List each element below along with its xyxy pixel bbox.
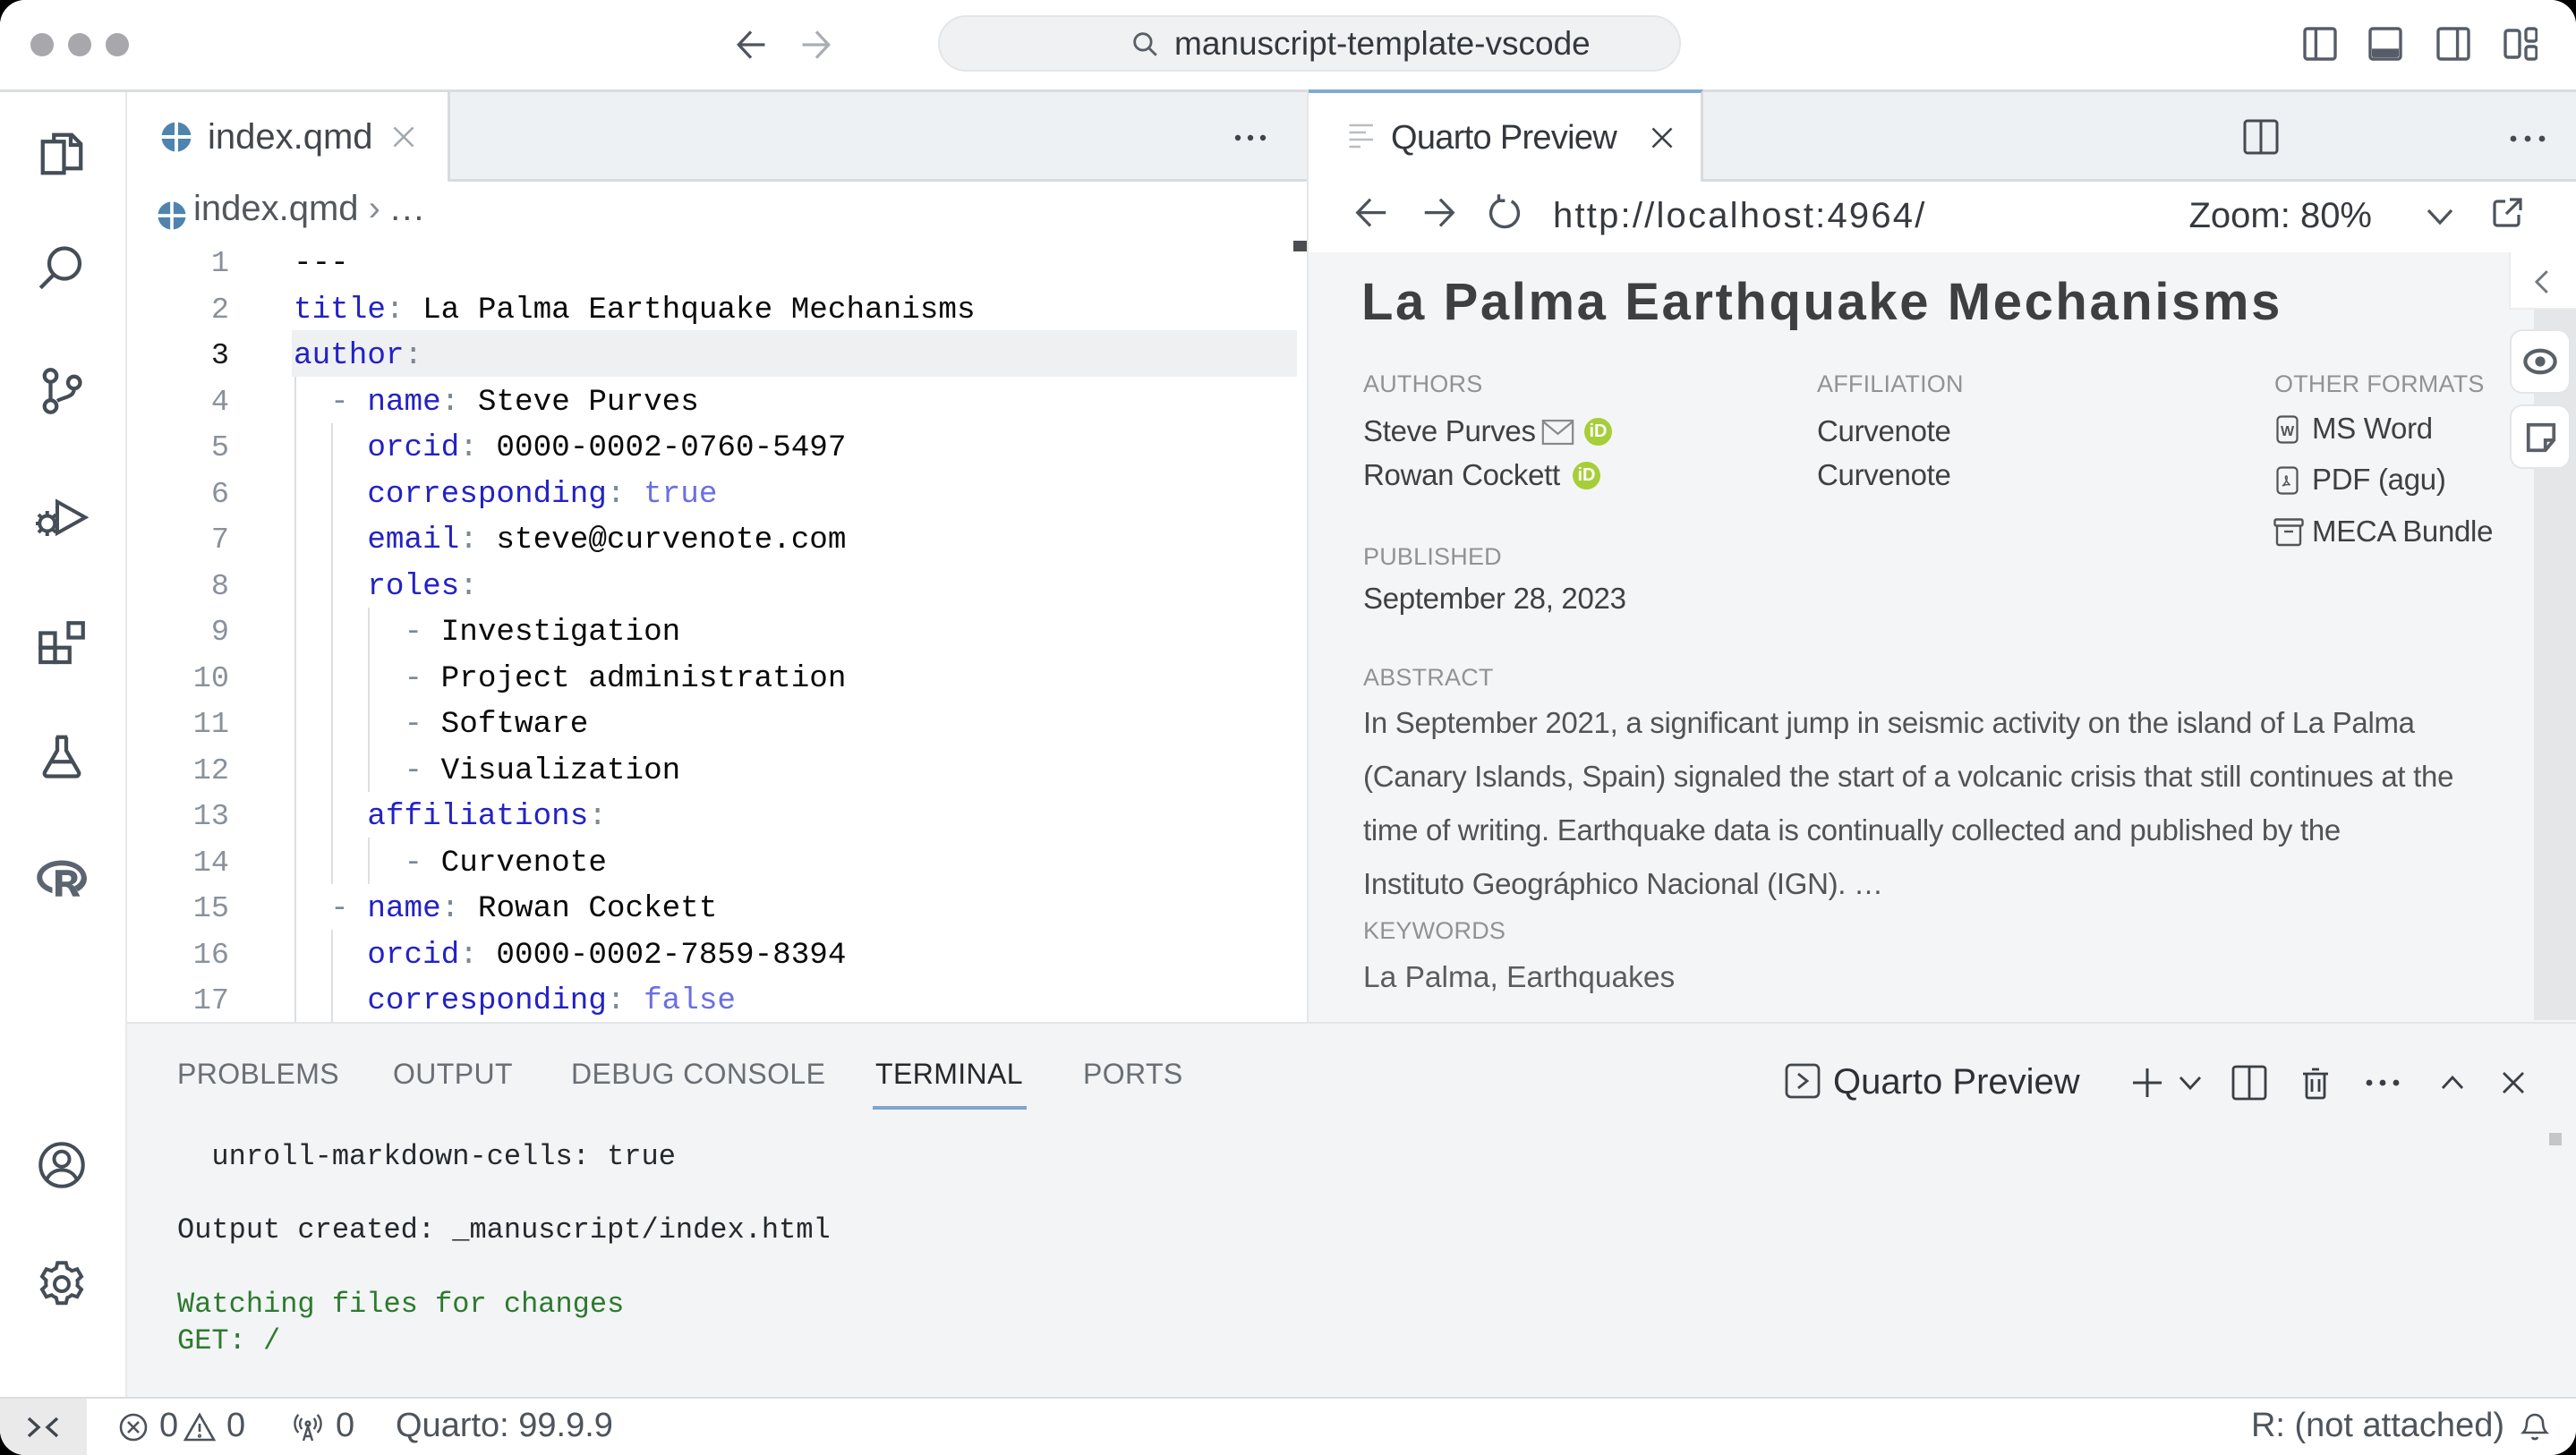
svg-text:W: W xyxy=(2281,424,2295,439)
